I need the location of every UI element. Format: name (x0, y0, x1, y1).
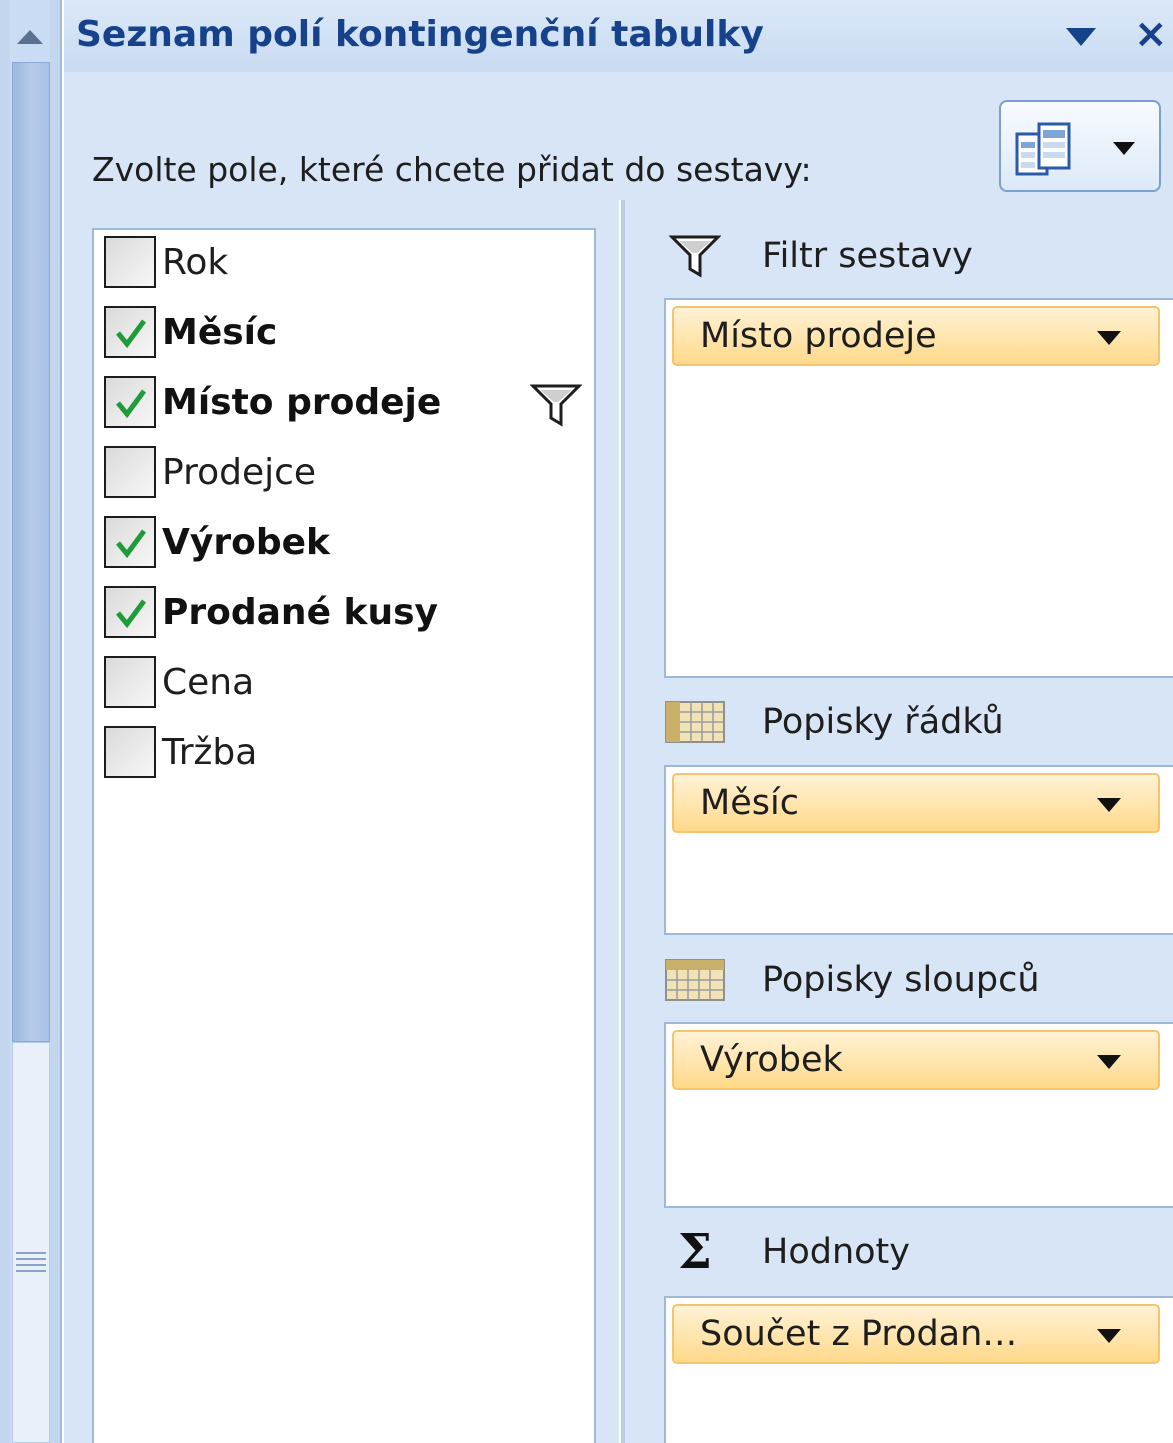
filter-icon (664, 234, 726, 278)
area-title: Hodnoty (762, 1232, 910, 1272)
field-item-cena[interactable]: Cena (104, 656, 254, 708)
field-list-layout-button[interactable] (999, 100, 1161, 192)
chip-label: Výrobek (700, 1040, 843, 1080)
area-title: Filtr sestavy (762, 236, 973, 276)
scrollbar-grip-icon (16, 1252, 46, 1276)
checkmark-icon (116, 529, 147, 559)
area-field-chip-filter[interactable]: Místo prodeje (672, 306, 1160, 366)
scroll-up-arrow-icon[interactable] (10, 14, 50, 58)
worksheet-vertical-scrollbar[interactable] (0, 0, 62, 1443)
field-item-rok[interactable]: Rok (104, 236, 228, 288)
field-list-prompt: Zvolte pole, které chcete přidat do sest… (92, 150, 812, 189)
area-header-columns: Popisky sloupců (664, 950, 1040, 1010)
field-item-prodejce[interactable]: Prodejce (104, 446, 316, 498)
field-checkbox-mesic[interactable] (104, 306, 156, 358)
area-field-chip-values[interactable]: Součet z Prodan… (672, 1304, 1160, 1364)
field-checkbox-cena[interactable] (104, 656, 156, 708)
field-filter-icon[interactable] (529, 382, 583, 428)
panel-title: Seznam polí kontingenční tabulky (76, 14, 764, 55)
drop-zone-columns[interactable]: Výrobek (664, 1022, 1173, 1208)
panel-splitter[interactable] (619, 200, 625, 1443)
field-label: Místo prodeje (162, 381, 442, 423)
column-grid-icon (664, 958, 726, 1002)
area-field-chip-rows[interactable]: Měsíc (672, 773, 1160, 833)
field-list-layout-icon (1013, 120, 1079, 178)
panel-titlebar: Seznam polí kontingenční tabulky × (64, 0, 1173, 72)
scrollbar-lower-track[interactable] (12, 1042, 50, 1443)
field-checkbox-misto-prodeje[interactable] (104, 376, 156, 428)
scrollbar-thumb[interactable] (12, 62, 50, 1042)
area-title: Popisky sloupců (762, 960, 1040, 1000)
field-label: Cena (162, 661, 255, 703)
sigma-icon: Σ (664, 1224, 726, 1280)
checkmark-icon (116, 599, 147, 629)
field-item-trzba[interactable]: Tržba (104, 726, 257, 778)
chip-label: Měsíc (700, 783, 799, 823)
checkmark-icon (116, 389, 147, 419)
sigma-glyph: Σ (678, 1224, 712, 1280)
field-checkbox-trzba[interactable] (104, 726, 156, 778)
field-label: Tržba (162, 731, 258, 773)
area-field-chip-columns[interactable]: Výrobek (672, 1030, 1160, 1090)
field-label: Prodejce (162, 451, 317, 493)
field-item-misto-prodeje[interactable]: Místo prodeje (104, 376, 441, 428)
field-item-prodane-kusy[interactable]: Prodané kusy (104, 586, 438, 638)
field-checkbox-prodejce[interactable] (104, 446, 156, 498)
chevron-down-icon[interactable] (1094, 795, 1124, 815)
drop-zone-filter[interactable]: Místo prodeje (664, 298, 1173, 678)
chip-label: Součet z Prodan… (700, 1314, 1018, 1354)
area-title: Popisky řádků (762, 702, 1004, 742)
pivot-field-list: Rok Měsíc Místo prodeje Prodejce Výrobek… (92, 228, 596, 1443)
field-checkbox-rok[interactable] (104, 236, 156, 288)
row-grid-icon (664, 700, 726, 744)
checkmark-icon (116, 319, 147, 349)
field-label: Měsíc (162, 311, 278, 353)
chevron-down-icon[interactable] (1094, 328, 1124, 348)
area-header-rows: Popisky řádků (664, 692, 1004, 752)
field-label: Rok (162, 241, 229, 283)
close-icon[interactable]: × (1134, 14, 1168, 54)
chevron-down-icon[interactable] (1094, 1326, 1124, 1346)
field-item-mesic[interactable]: Měsíc (104, 306, 277, 358)
chevron-down-icon (1109, 138, 1139, 158)
chip-label: Místo prodeje (700, 316, 937, 356)
chevron-down-icon[interactable] (1094, 1052, 1124, 1072)
field-item-vyrobek[interactable]: Výrobek (104, 516, 330, 568)
pivot-field-list-panel: Seznam polí kontingenční tabulky × Zvolt… (64, 0, 1173, 1443)
field-checkbox-prodane-kusy[interactable] (104, 586, 156, 638)
panel-options-dropdown-icon[interactable] (1064, 24, 1098, 48)
field-checkbox-vyrobek[interactable] (104, 516, 156, 568)
area-header-filter: Filtr sestavy (664, 226, 973, 286)
field-label: Výrobek (162, 521, 330, 563)
drop-zone-rows[interactable]: Měsíc (664, 765, 1173, 935)
drop-zone-values[interactable]: Součet z Prodan… (664, 1296, 1173, 1443)
field-label: Prodané kusy (162, 591, 438, 633)
area-header-values: Σ Hodnoty (664, 1222, 910, 1282)
